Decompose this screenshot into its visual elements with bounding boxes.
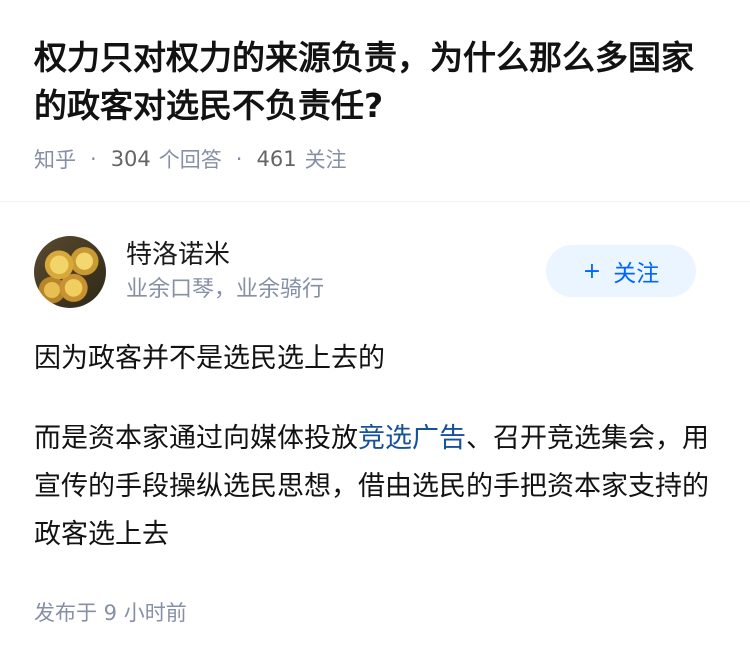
- question-title[interactable]: 权力只对权力的来源负责，为什么那么多国家的政客对选民不负责任?: [34, 34, 716, 130]
- separator-dot: ·: [90, 147, 97, 171]
- question-header: 权力只对权力的来源负责，为什么那么多国家的政客对选民不负责任? 知乎 · 304…: [0, 0, 750, 174]
- follow-button-label: 关注: [613, 261, 660, 287]
- answer-count: 304: [110, 147, 151, 171]
- author-row: 特洛诺米 业余口琴，业余骑行 + 关注: [34, 235, 716, 309]
- avatar[interactable]: [34, 236, 106, 308]
- author-info: 特洛诺米 业余口琴，业余骑行: [126, 238, 324, 306]
- question-meta: 知乎 · 304 个回答 · 461 关注: [34, 144, 716, 174]
- author-name[interactable]: 特洛诺米: [126, 238, 324, 272]
- plus-icon: +: [582, 258, 602, 284]
- answer-paragraph: 而是资本家通过向媒体投放竞选广告、召开竞选集会，用宣传的手段操纵选民思想，借由选…: [34, 415, 716, 559]
- paragraph-text: 而是资本家通过向媒体投放: [34, 423, 358, 454]
- campaign-ad-link[interactable]: 竞选广告: [358, 423, 466, 454]
- follower-count: 461: [256, 147, 297, 171]
- answer-content: 因为政客并不是选民选上去的 而是资本家通过向媒体投放竞选广告、召开竞选集会，用宣…: [34, 335, 716, 559]
- author-bio: 业余口琴，业余骑行: [126, 277, 325, 302]
- follow-button[interactable]: + 关注: [546, 245, 696, 297]
- answer-paragraph: 因为政客并不是选民选上去的: [34, 343, 385, 374]
- separator-dot: ·: [235, 147, 243, 171]
- answer-count-label: 个回答: [158, 148, 222, 172]
- answer-card: 特洛诺米 业余口琴，业余骑行 + 关注 因为政客并不是选民选上去的 而是资本家通…: [0, 235, 750, 559]
- source-label[interactable]: 知乎: [34, 144, 76, 174]
- follower-count-label: 关注: [304, 148, 347, 172]
- divider: [0, 201, 750, 202]
- posted-time: 发布于 9 小时前: [34, 601, 187, 625]
